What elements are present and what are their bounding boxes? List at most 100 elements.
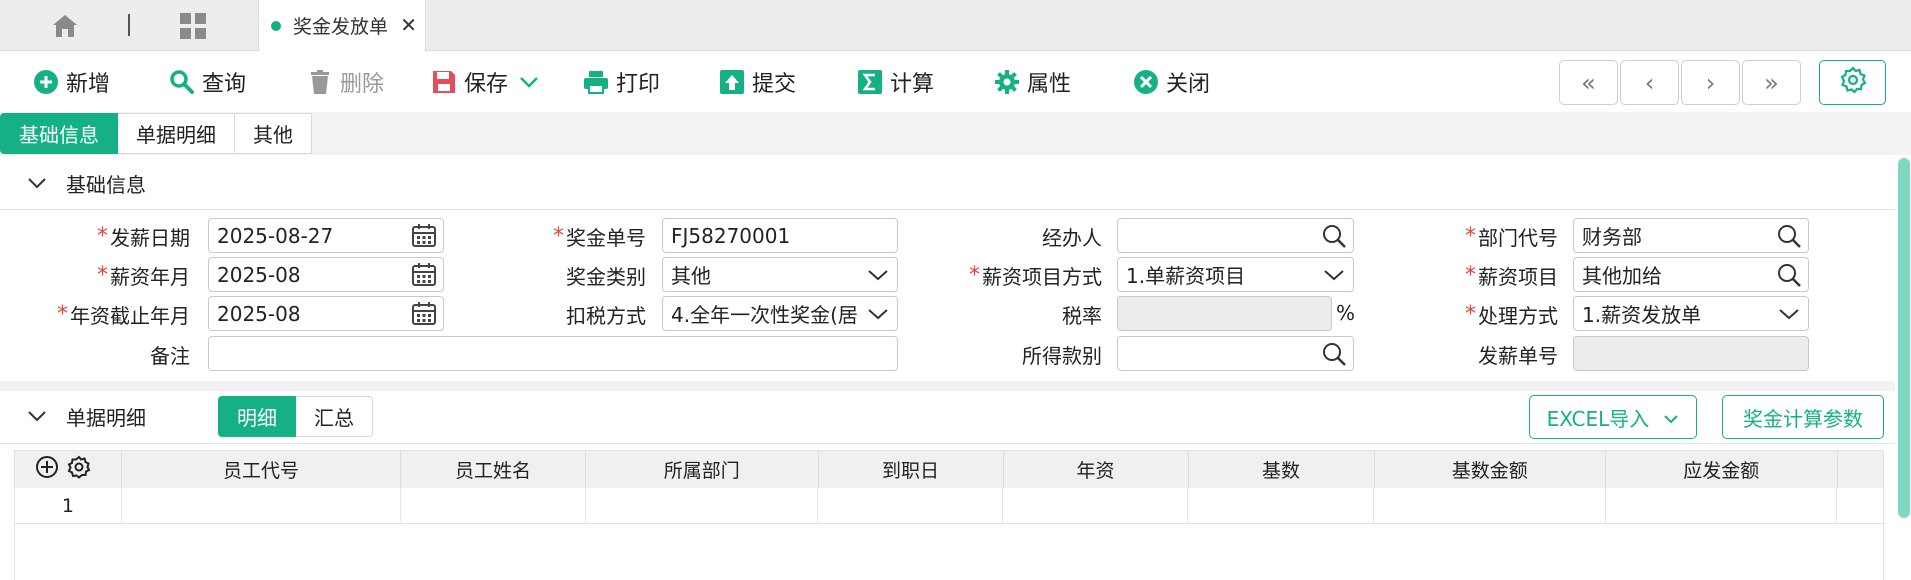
cell-employee-code[interactable]	[122, 488, 401, 524]
chevron-down-icon[interactable]	[1776, 301, 1802, 327]
delete-button[interactable]: 删除	[306, 66, 384, 98]
remark-label: 备注	[150, 343, 190, 368]
sigma-icon	[856, 68, 884, 96]
properties-button[interactable]: 属性	[993, 66, 1071, 98]
seniority-end-field[interactable]: 2025-08	[208, 296, 444, 331]
chevron-down-icon[interactable]	[865, 262, 891, 288]
search-icon[interactable]	[1776, 262, 1802, 288]
calendar-icon[interactable]	[411, 262, 437, 288]
col-base-amount[interactable]: 基数金额	[1375, 451, 1607, 488]
query-button[interactable]: 查询	[168, 66, 246, 98]
settings-button[interactable]	[1819, 60, 1886, 105]
col-department[interactable]: 所属部门	[586, 451, 819, 488]
subtab-other[interactable]: 其他	[235, 113, 312, 154]
subtab-detail[interactable]: 单据明细	[118, 113, 235, 154]
save-button[interactable]: 保存	[430, 66, 508, 98]
tax-rate-label: 税率	[1062, 303, 1102, 328]
col-employee-name[interactable]: 员工姓名	[401, 451, 587, 488]
tab-strip: 奖金发放单 ✕	[0, 0, 1911, 51]
grid-header: 员工代号 员工姓名 所属部门 到职日 年资 基数 基数金额 应发金额	[15, 451, 1883, 488]
chevron-right-icon: ›	[1705, 68, 1716, 97]
row-index: 1	[15, 488, 122, 524]
col-payable-amount[interactable]: 应发金额	[1606, 451, 1838, 488]
cell-seniority[interactable]	[1003, 488, 1189, 524]
print-button[interactable]: 打印	[582, 66, 660, 98]
chevron-down-icon[interactable]	[865, 301, 891, 327]
table-row[interactable]: 1	[15, 488, 1883, 524]
col-seniority[interactable]: 年资	[1004, 451, 1189, 488]
scrollbar-thumb[interactable]	[1898, 158, 1910, 518]
cell-employee-name[interactable]	[401, 488, 586, 524]
handler-field[interactable]	[1117, 218, 1354, 253]
tab-detail-items[interactable]: 明细	[218, 396, 296, 437]
calendar-icon[interactable]	[411, 301, 437, 327]
divider	[0, 209, 1895, 210]
chevron-left-icon: ‹	[1644, 68, 1655, 97]
pay-date-field[interactable]: 2025-08-27	[208, 218, 444, 253]
salary-item-mode-select[interactable]: 1.单薪资项目	[1117, 257, 1354, 292]
cell-filler	[1837, 488, 1883, 524]
basic-info-title: 基础信息	[66, 172, 146, 197]
tab-bonus-payment[interactable]: 奖金发放单 ✕	[258, 0, 426, 51]
search-icon[interactable]	[1321, 223, 1347, 249]
col-hire-date[interactable]: 到职日	[819, 451, 1004, 488]
calendar-icon[interactable]	[411, 223, 437, 249]
subtab-basic-info[interactable]: 基础信息	[0, 113, 118, 154]
handler-label: 经办人	[1042, 225, 1102, 250]
dept-code-label: * 部门代号	[1465, 223, 1558, 250]
prev-record-button[interactable]: ‹	[1620, 60, 1679, 105]
close-icon[interactable]: ✕	[400, 13, 417, 37]
submit-button[interactable]: 提交	[718, 66, 796, 98]
search-icon[interactable]	[1776, 223, 1802, 249]
add-row-icon[interactable]	[35, 455, 59, 484]
home-icon[interactable]	[50, 12, 80, 40]
collapse-chevron-icon[interactable]	[26, 404, 52, 428]
divider	[0, 443, 1895, 444]
collapse-chevron-icon[interactable]	[26, 171, 52, 195]
column-settings-icon[interactable]	[67, 455, 91, 484]
cell-base[interactable]	[1188, 488, 1375, 524]
save-dropdown-button[interactable]	[518, 66, 540, 98]
chevron-down-icon[interactable]	[1321, 262, 1347, 288]
cell-department[interactable]	[586, 488, 819, 524]
search-icon[interactable]	[1321, 341, 1347, 367]
submit-icon	[718, 68, 746, 96]
col-employee-code[interactable]: 员工代号	[122, 451, 402, 488]
cell-base-amount[interactable]	[1374, 488, 1606, 524]
cell-hire-date[interactable]	[818, 488, 1004, 524]
salary-month-field[interactable]: 2025-08	[208, 257, 444, 292]
seniority-end-label: * 年资截止年月	[57, 301, 190, 328]
calc-label: 计算	[890, 72, 935, 97]
process-mode-select[interactable]: 1.薪资发放单	[1573, 296, 1809, 331]
save-icon	[430, 68, 458, 96]
close-button[interactable]: 关闭	[1132, 66, 1210, 98]
salary-item-field[interactable]: 其他加给	[1573, 257, 1809, 292]
last-record-button[interactable]: »	[1742, 60, 1801, 105]
submit-label: 提交	[752, 72, 797, 97]
bonus-type-select[interactable]: 其他	[662, 257, 898, 292]
next-record-button[interactable]: ›	[1681, 60, 1740, 105]
income-type-field[interactable]	[1117, 336, 1354, 371]
cell-payable-amount[interactable]	[1606, 488, 1838, 524]
tax-mode-select[interactable]: 4.全年一次性奖金(居民	[662, 296, 898, 331]
bonus-no-field[interactable]: FJ58270001	[662, 218, 898, 253]
bonus-params-button[interactable]: 奖金计算参数	[1722, 395, 1884, 439]
chevron-down-icon	[1663, 405, 1679, 429]
dept-code-field[interactable]: 财务部	[1573, 218, 1809, 253]
close-label: 关闭	[1166, 72, 1211, 97]
income-type-label: 所得款别	[1022, 343, 1102, 368]
percent-sign: %	[1336, 301, 1356, 325]
first-record-button[interactable]: «	[1559, 60, 1618, 105]
remark-field[interactable]	[208, 336, 898, 371]
tab-summary[interactable]: 汇总	[296, 396, 373, 437]
query-label: 查询	[202, 72, 247, 97]
excel-import-button[interactable]: EXCEL导入	[1529, 395, 1697, 439]
close-circle-icon	[1132, 68, 1160, 96]
process-mode-label: * 处理方式	[1465, 301, 1558, 328]
grid-menu-icon[interactable]	[178, 11, 208, 41]
salary-item-mode-label: * 薪资项目方式	[969, 262, 1102, 289]
col-base[interactable]: 基数	[1189, 451, 1375, 488]
calc-button[interactable]: 计算	[856, 66, 934, 98]
add-button[interactable]: 新增	[32, 66, 110, 98]
excel-import-label: EXCEL导入	[1546, 406, 1650, 431]
